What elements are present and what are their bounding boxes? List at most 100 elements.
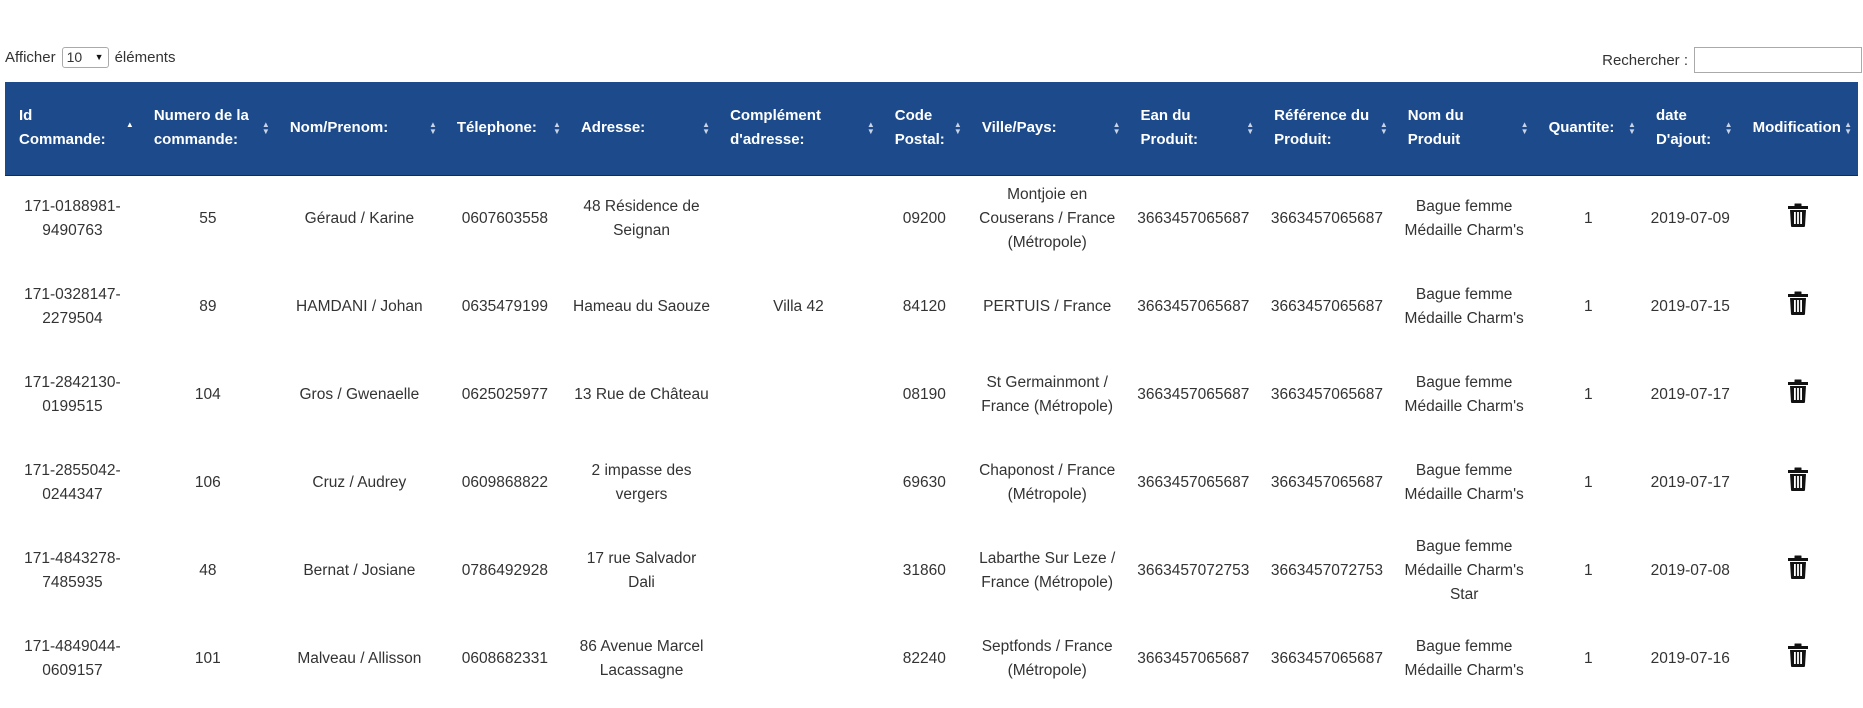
table-cell: 3663457065687 [1137,650,1250,667]
column-header-0[interactable]: Id Commande: ▲▼ [5,82,140,176]
table-cell: 89 [199,298,217,315]
table-cell: 2019-07-08 [1650,562,1730,579]
table-cell: 3663457065687 [1137,474,1250,491]
sort-icon: ▲ ▼ [1520,120,1529,137]
column-header-2[interactable]: Nom/Prenom: ▲ ▼ [275,82,443,176]
table-cell: Géraud / Karine [304,210,415,228]
column-header-10[interactable]: Nom du Produit ▲ ▼ [1393,82,1535,176]
table-cell: 08190 [902,386,946,403]
column-header-label: Télephone: [456,119,537,137]
sort-icon: ▲ ▼ [702,120,711,137]
table-cell: 3663457065687 [1270,298,1383,315]
table-cell: Chaponost / France (Métropole) [979,462,1116,503]
table-cell: 171-2842130-0199515 [24,374,121,415]
sort-icon: ▲ ▼ [1628,120,1636,137]
table-cell: 86 Avenue Marcel Lacassagne [579,638,704,679]
trash-icon[interactable] [1788,291,1809,315]
column-header-3[interactable]: Télephone: ▲ ▼ [442,82,567,176]
table-cell: 1 [1583,386,1593,403]
column-header-label: Ville/Pays: [981,119,1057,137]
column-header-label: Code Postal: [894,107,945,149]
search-label: Rechercher : [1602,51,1688,69]
table-cell: 1 [1583,210,1593,228]
column-header-4[interactable]: Adresse: ▲ ▼ [566,82,717,176]
table-cell: 3663457072753 [1137,562,1250,579]
column-header-5[interactable]: Complément d'adresse: ▲ ▼ [716,82,881,176]
table-cell: 1 [1583,474,1593,491]
sort-icon: ▲ ▼ [1844,120,1852,137]
table-cell: 3663457065687 [1270,386,1383,403]
search-control: Rechercher : [1602,47,1862,73]
table-cell: 2019-07-17 [1650,474,1730,491]
column-header-label: Adresse: [580,119,646,137]
column-header-label: date D'ajout: [1655,107,1712,149]
column-header-label: Complément d'adresse: [730,107,821,149]
table-cell: 106 [194,474,221,491]
table-cell: Bague femme Médaille Charm's Star [1404,538,1524,603]
column-header-8[interactable]: Ean du Produit: ▲ ▼ [1126,82,1261,176]
column-header-11[interactable]: Quantite: ▲ ▼ [1534,82,1642,176]
table-cell: 3663457065687 [1137,210,1250,228]
column-header-7[interactable]: Ville/Pays: ▲ ▼ [967,82,1127,176]
table-cell: 104 [194,386,221,403]
table-cell: 3663457065687 [1270,210,1383,228]
table-controls: Afficher 10 ▼ éléments Rechercher : [5,47,1863,73]
column-header-label: Nom du Produit [1407,107,1464,149]
modification-cell [1739,351,1858,439]
table-cell: 0786492928 [461,562,549,579]
table-cell: 1 [1583,298,1593,315]
table-cell: Hameau du Saouze [573,298,711,315]
column-header-label: Quantite: [1548,119,1615,137]
table-cell: Septfonds / France (Métropole) [981,638,1113,679]
modification-cell [1739,263,1858,351]
table-cell: 101 [194,650,221,667]
table-cell: Gros / Gwenaelle [299,386,420,403]
trash-icon[interactable] [1788,643,1809,667]
sort-icon: ▲ ▼ [553,120,561,137]
table-cell: 31860 [902,562,946,579]
column-header-1[interactable]: Numero de la commande: ▲ ▼ [139,82,276,176]
page-length-select[interactable]: 10 ▼ [61,47,109,68]
chevron-down-icon: ▼ [94,52,104,62]
table-cell: 1 [1583,562,1593,579]
trash-icon[interactable] [1788,379,1809,403]
trash-icon[interactable] [1788,467,1809,491]
table-cell: 3663457072753 [1270,562,1383,579]
sort-icon: ▲ ▼ [953,120,962,137]
table-row: 171-0328147-2279504 89 HAMDANI / Johan 0635… [5,263,1858,351]
column-header-9[interactable]: Référence du Produit: ▲ ▼ [1260,82,1394,176]
table-cell: 13 Rue de Château [574,386,709,403]
table-cell: 3663457065687 [1137,298,1250,315]
column-header-label: Id Commande: [19,107,106,149]
column-header-label: Ean du Produit: [1140,107,1199,149]
modification-cell [1739,175,1858,263]
table-body: 171-0188981-9490763 55 Géraud / Karine 0607… [5,175,1858,703]
column-header-12[interactable]: date D'ajout: ▲ ▼ [1641,82,1739,176]
table-cell: 1 [1583,650,1593,667]
sort-icon: ▲ ▼ [1724,120,1733,137]
column-header-13[interactable]: Modification ▲ ▼ [1738,82,1858,176]
sort-icon: ▲ ▼ [1379,120,1388,137]
table-cell: 2 impasse des vergers [591,462,692,503]
table-cell: 84120 [902,298,946,315]
column-header-label: Numero de la commande: [153,107,249,149]
column-header-label: Modification [1752,119,1841,137]
column-header-6[interactable]: Code Postal: ▲ ▼ [880,82,968,176]
table-cell: 09200 [902,210,946,228]
search-input[interactable] [1694,47,1862,73]
table-cell: 171-2855042-0244347 [24,462,121,503]
table-cell: 3663457065687 [1270,650,1383,667]
table-cell: Bague femme Médaille Charm's [1404,638,1524,679]
table-cell: PERTUIS / France [983,298,1112,315]
table-row: 171-4843278-7485935 48 Bernat / Josiane 078… [5,527,1858,615]
table-cell [716,527,881,615]
table-cell [716,615,881,703]
sort-icon: ▲ ▼ [1112,120,1121,137]
trash-icon[interactable] [1788,555,1809,579]
trash-icon[interactable] [1788,203,1809,228]
table-cell: HAMDANI / Johan [296,298,423,315]
modification-cell [1739,527,1858,615]
table-cell: 55 [199,210,217,228]
sort-asc-icon: ▲▼ [125,120,134,130]
sort-icon: ▲ ▼ [1246,120,1255,137]
